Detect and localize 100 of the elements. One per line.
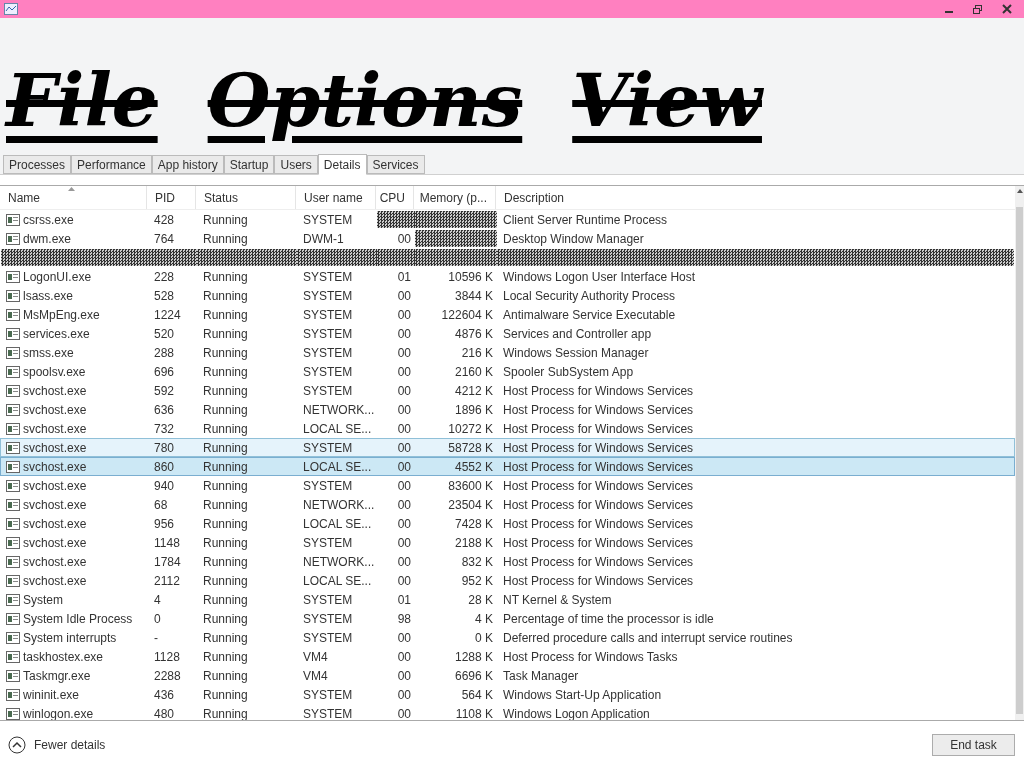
user-cell-text: SYSTEM <box>303 629 353 647</box>
memory-cell-text: 58728 K <box>448 439 493 457</box>
process-row[interactable]: svchost.exe 732 Running LOCAL SE... 00 10272 K Host Process for Windows Services <box>0 419 1015 438</box>
end-task-button[interactable]: End task <box>932 733 1015 756</box>
restore-icon[interactable] <box>973 4 982 14</box>
app-window-icon <box>6 213 20 226</box>
process-name: smss.exe <box>23 344 74 362</box>
process-row[interactable]: svchost.exe 1148 Running SYSTEM 00 2188 K Host Process for Windows Services <box>0 533 1015 552</box>
description-cell-text: Local Security Authority Process <box>503 287 676 305</box>
sort-arrow-icon <box>68 187 75 191</box>
status-cell-text: Running <box>203 629 248 647</box>
description-cell-text: Task Manager <box>503 667 579 685</box>
description-cell-text: Host Process for Windows Services <box>503 420 694 438</box>
menu-item[interactable]: View <box>572 51 762 151</box>
user-cell-text: SYSTEM <box>303 477 353 495</box>
tab[interactable]: Services <box>366 155 425 174</box>
cpu-cell-text: 00 <box>397 287 411 305</box>
process-row[interactable]: LogonUI.exe 228 Running SYSTEM 01 10596 K Windows Logon User Interface Host <box>0 267 1015 286</box>
column-header[interactable]: Description <box>496 186 1015 209</box>
process-name: System interrupts <box>23 629 117 647</box>
process-row[interactable]: svchost.exe 780 Running SYSTEM 00 58728 K Host Process for Windows Services <box>0 438 1015 457</box>
user-cell-text: VM4 <box>303 648 328 666</box>
scrollbar[interactable] <box>1015 186 1024 720</box>
process-name: svchost.exe <box>23 534 87 552</box>
pid-cell-text: 520 <box>154 325 175 343</box>
tab[interactable]: Users <box>274 155 318 174</box>
process-row[interactable]: svchost.exe 592 Running SYSTEM 00 4212 K Host Process for Windows Services <box>0 381 1015 400</box>
user-cell-text: SYSTEM <box>303 287 353 305</box>
tab[interactable]: App history <box>151 155 224 174</box>
tab[interactable]: Startup <box>223 155 275 174</box>
process-row[interactable]: dwm.exe 764 Running DWM-1 00 Desktop Window Manager <box>0 229 1015 248</box>
process-row[interactable]: Taskmgr.exe 2288 Running VM4 00 6696 K Task Manager <box>0 666 1015 685</box>
process-row[interactable]: csrss.exe 428 Running SYSTEM Client Server Runtime Process <box>0 210 1015 229</box>
scroll-up-icon[interactable] <box>1016 189 1023 193</box>
process-name: MsMpEng.exe <box>23 306 100 324</box>
process-row[interactable]: svchost.exe 636 Running NETWORK... 00 1896 K Host Process for Windows Services <box>0 400 1015 419</box>
process-row[interactable]: smss.exe 288 Running SYSTEM 00 216 K Windows Session Manager <box>0 343 1015 362</box>
menu-item[interactable]: Options <box>207 51 523 151</box>
tab[interactable]: Processes <box>3 155 72 174</box>
process-row[interactable]: svchost.exe 940 Running SYSTEM 00 83600 K Host Process for Windows Services <box>0 476 1015 495</box>
tab[interactable]: Details <box>317 154 367 175</box>
app-window-icon <box>6 270 20 283</box>
menu-item[interactable]: File <box>6 51 158 151</box>
tab[interactable]: Performance <box>71 155 152 174</box>
process-row[interactable]: MsMpEng.exe 1224 Running SYSTEM 00 122604 K Antimalware Service Executable <box>0 305 1015 324</box>
close-icon[interactable] <box>1002 4 1012 14</box>
app-window-icon <box>6 536 20 549</box>
column-header[interactable]: PID <box>147 186 196 209</box>
process-name: svchost.exe <box>23 439 87 457</box>
cpu-cell-text: 00 <box>397 344 411 362</box>
pid-cell-text: 428 <box>154 211 175 229</box>
cpu-cell-text: 00 <box>397 572 411 590</box>
pid-cell-text: 2288 <box>154 667 181 685</box>
pid-cell-text: 288 <box>154 344 175 362</box>
process-row[interactable]: svchost.exe 1784 Running NETWORK... 00 832 K Host Process for Windows Services <box>0 552 1015 571</box>
cpu-cell-text: 00 <box>397 325 411 343</box>
status-cell-text: Running <box>203 515 248 533</box>
app-window-icon <box>6 365 20 378</box>
column-header[interactable]: Status <box>196 186 296 209</box>
app-window-icon <box>6 688 20 701</box>
process-row[interactable]: svchost.exe 956 Running LOCAL SE... 00 7428 K Host Process for Windows Services <box>0 514 1015 533</box>
process-row[interactable]: winlogon.exe 480 Running SYSTEM 00 1108 K Windows Logon Application <box>0 704 1015 723</box>
process-row[interactable]: spoolsv.exe 696 Running SYSTEM 00 2160 K Spooler SubSystem App <box>0 362 1015 381</box>
memory-cell-text: 7428 K <box>454 515 493 533</box>
process-name: svchost.exe <box>23 477 87 495</box>
cpu-cell-text: 00 <box>397 477 411 495</box>
cpu-cell-text: 00 <box>397 230 411 248</box>
user-cell-text: SYSTEM <box>303 306 353 324</box>
scrollbar-thumb[interactable] <box>1016 207 1023 714</box>
cpu-cell-text: 00 <box>397 705 411 723</box>
process-row[interactable]: services.exe 520 Running SYSTEM 00 4876 K Services and Controller app <box>0 324 1015 343</box>
memory-cell-text: 6696 K <box>454 667 493 685</box>
cpu-cell-text: 00 <box>397 363 411 381</box>
process-name: svchost.exe <box>23 515 87 533</box>
process-row[interactable]: System interrupts - Running SYSTEM 00 0 K Deferred procedure calls and interrupt service routines <box>0 628 1015 647</box>
pid-cell-text: 780 <box>154 439 175 457</box>
memory-cell-text: 23504 K <box>448 496 493 514</box>
process-row[interactable]: svchost.exe 2112 Running LOCAL SE... 00 952 K Host Process for Windows Services <box>0 571 1015 590</box>
process-row[interactable]: wininit.exe 436 Running SYSTEM 00 564 K Windows Start-Up Application <box>0 685 1015 704</box>
process-row[interactable]: svchost.exe 860 Running LOCAL SE... 00 4552 K Host Process for Windows Services <box>0 457 1015 476</box>
description-cell-text: Host Process for Windows Services <box>503 515 694 533</box>
user-cell-text: SYSTEM <box>303 344 353 362</box>
process-row[interactable]: lsass.exe 528 Running SYSTEM 00 3844 K Local Security Authority Process <box>0 286 1015 305</box>
column-header[interactable]: Memory (p... <box>414 186 496 209</box>
process-row[interactable]: System 4 Running SYSTEM 01 28 K NT Kernel & System <box>0 590 1015 609</box>
status-cell-text: Running <box>203 572 248 590</box>
process-row[interactable]: taskhostex.exe 1128 Running VM4 00 1288 K Host Process for Windows Tasks <box>0 647 1015 666</box>
description-cell-text: Percentage of time the processor is idle <box>503 610 714 628</box>
process-row[interactable] <box>0 248 1015 267</box>
pid-cell-text: 1224 <box>154 306 181 324</box>
process-row[interactable]: svchost.exe 68 Running NETWORK... 00 23504 K Host Process for Windows Services <box>0 495 1015 514</box>
pid-cell-text: 860 <box>154 458 175 476</box>
process-name: wininit.exe <box>23 686 80 704</box>
column-header[interactable]: CPU <box>376 186 414 209</box>
user-cell-text: SYSTEM <box>303 439 353 457</box>
fewer-details-toggle[interactable]: Fewer details <box>8 735 106 754</box>
status-cell-text: Running <box>203 667 248 685</box>
column-header[interactable]: User name <box>296 186 376 209</box>
app-window-icon <box>6 384 20 397</box>
process-row[interactable]: System Idle Process 0 Running SYSTEM 98 4 K Percentage of time the processor is idle <box>0 609 1015 628</box>
